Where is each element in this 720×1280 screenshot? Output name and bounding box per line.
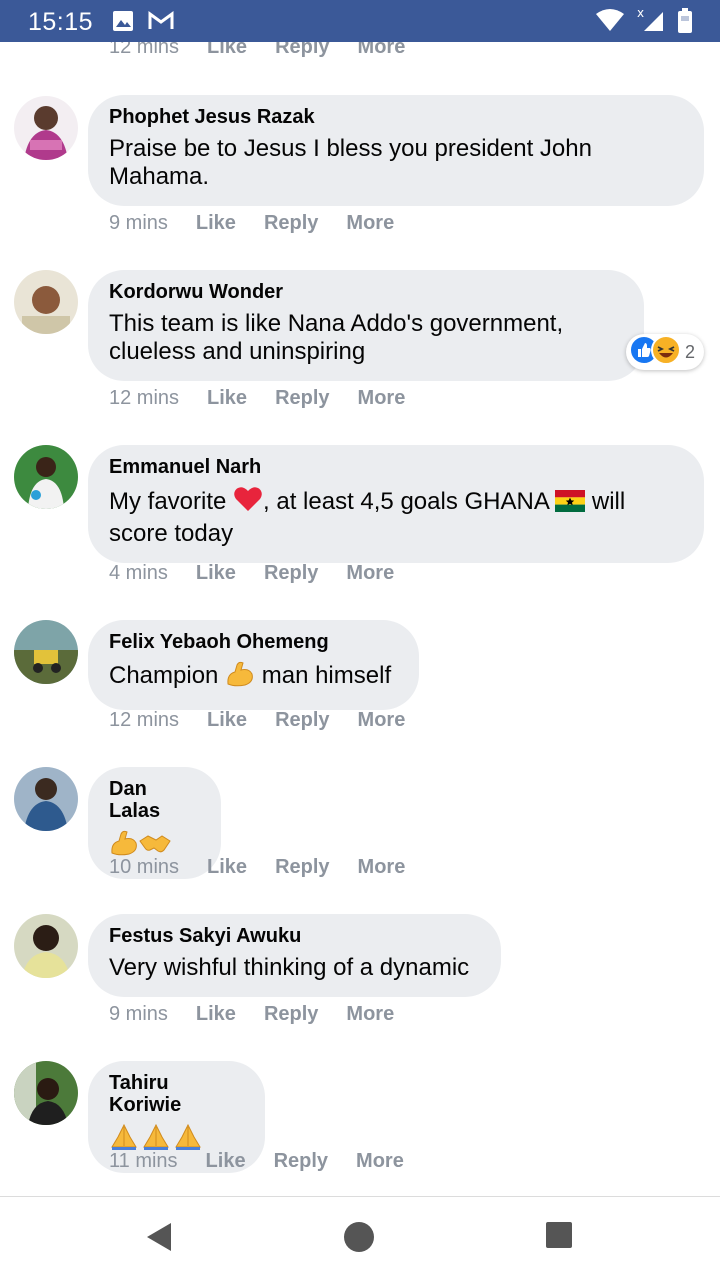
avatar[interactable] — [14, 914, 78, 978]
comment-time: 9 mins — [109, 1003, 168, 1025]
like-button[interactable]: Like — [196, 1003, 236, 1026]
reply-button[interactable]: Reply — [275, 856, 329, 879]
comment-author[interactable]: Dan Lalas — [109, 778, 200, 822]
comment-author[interactable]: Phophet Jesus Razak — [109, 106, 683, 128]
comment-actions: 12 mins Like Reply More — [109, 709, 433, 732]
more-button[interactable]: More — [358, 42, 406, 59]
comment-time: 11 mins — [109, 1150, 178, 1172]
signal-icon: x — [637, 6, 665, 37]
reply-button[interactable]: Reply — [264, 1003, 318, 1026]
comment-bubble: Festus Sakyi Awuku Very wishful thinking… — [88, 914, 501, 997]
avatar[interactable] — [14, 96, 78, 160]
like-button[interactable]: Like — [196, 562, 236, 585]
comment-time: 12 mins — [109, 709, 180, 731]
status-bar: 15:15 x — [0, 0, 720, 42]
comment-text: Champion man himself — [109, 660, 398, 695]
home-icon[interactable] — [343, 1221, 375, 1258]
like-button[interactable]: Like — [206, 1150, 246, 1173]
ghana-flag-emoji — [555, 490, 586, 519]
like-button[interactable]: Like — [207, 856, 247, 879]
avatar[interactable] — [14, 270, 78, 334]
comment-author[interactable]: Festus Sakyi Awuku — [109, 925, 480, 947]
haha-reaction-icon — [651, 334, 681, 370]
more-button[interactable]: More — [356, 1150, 404, 1173]
comment-time: 4 mins — [109, 562, 168, 584]
comment-actions: 12 mins Like Reply More — [109, 387, 433, 410]
comment-text: Praise be to Jesus I bless you president… — [109, 135, 592, 190]
comment-actions-partial: 12 mins Like Reply More — [109, 42, 433, 59]
heart-emoji — [233, 485, 263, 520]
comment-time: 12 mins — [109, 42, 180, 58]
recents-icon[interactable] — [545, 1221, 573, 1254]
more-button[interactable]: More — [346, 1003, 394, 1026]
comment-text-part: My favorite — [109, 488, 234, 515]
gallery-icon — [112, 10, 134, 37]
avatar[interactable] — [14, 1061, 78, 1125]
reply-button[interactable]: Reply — [264, 212, 318, 235]
reply-button[interactable]: Reply — [274, 1150, 328, 1173]
comment-time: 12 mins — [109, 387, 180, 409]
comment-actions: 4 mins Like Reply More — [109, 562, 422, 585]
more-button[interactable]: More — [358, 709, 406, 732]
comment-text: Very wishful thinking of a dynamic — [109, 954, 470, 981]
comments-feed[interactable]: 12 mins Like Reply More Phophet Jesus Ra… — [0, 42, 720, 1196]
reaction-summary[interactable]: 2 — [626, 334, 704, 370]
comment-text-part: , at least 4,5 goals GHANA — [263, 488, 556, 515]
more-button[interactable]: More — [346, 562, 394, 585]
wifi-icon — [596, 8, 624, 37]
battery-icon — [677, 8, 693, 39]
svg-text:x: x — [637, 6, 644, 20]
comment-bubble: Phophet Jesus Razak Praise be to Jesus I… — [88, 95, 704, 206]
comment-text: My favorite , at least 4,5 goals GHANA w… — [109, 485, 683, 548]
comment-actions: 9 mins Like Reply More — [109, 1003, 422, 1026]
system-nav-bar — [0, 1196, 720, 1280]
comment-text-part: man himself — [255, 662, 392, 689]
like-button[interactable]: Like — [207, 42, 247, 59]
avatar[interactable] — [14, 767, 78, 831]
comment-text-part: Champion — [109, 662, 226, 689]
comment-author[interactable]: Kordorwu Wonder — [109, 281, 623, 303]
reply-button[interactable]: Reply — [275, 709, 329, 732]
comment-actions: 10 mins Like Reply More — [109, 856, 433, 879]
reply-button[interactable]: Reply — [264, 562, 318, 585]
comment-bubble: Emmanuel Narh My favorite , at least 4,5… — [88, 445, 704, 563]
status-time: 15:15 — [28, 8, 94, 36]
reply-button[interactable]: Reply — [275, 387, 329, 410]
reply-button[interactable]: Reply — [275, 42, 329, 59]
back-icon[interactable] — [145, 1221, 173, 1258]
comment-time: 10 mins — [109, 856, 180, 878]
flexed-biceps-emoji — [225, 660, 255, 695]
comment-actions: 9 mins Like Reply More — [109, 212, 422, 235]
comment-bubble: Kordorwu Wonder This team is like Nana A… — [88, 270, 644, 381]
comment-actions: 11 mins Like Reply More — [109, 1150, 432, 1173]
gmail-icon — [148, 11, 174, 36]
like-button[interactable]: Like — [196, 212, 236, 235]
like-button[interactable]: Like — [207, 709, 247, 732]
more-button[interactable]: More — [358, 387, 406, 410]
like-button[interactable]: Like — [207, 387, 247, 410]
comment-author[interactable]: Tahiru Koriwie — [109, 1072, 244, 1116]
comment-time: 9 mins — [109, 212, 168, 234]
reaction-count: 2 — [685, 341, 696, 362]
comment-text: This team is like Nana Addo's government… — [109, 310, 564, 365]
comment-bubble: Felix Yebaoh Ohemeng Champion man himsel… — [88, 620, 419, 710]
avatar[interactable] — [14, 445, 78, 509]
avatar[interactable] — [14, 620, 78, 684]
more-button[interactable]: More — [346, 212, 394, 235]
comment-author[interactable]: Felix Yebaoh Ohemeng — [109, 631, 398, 653]
comment-author[interactable]: Emmanuel Narh — [109, 456, 683, 478]
more-button[interactable]: More — [358, 856, 406, 879]
